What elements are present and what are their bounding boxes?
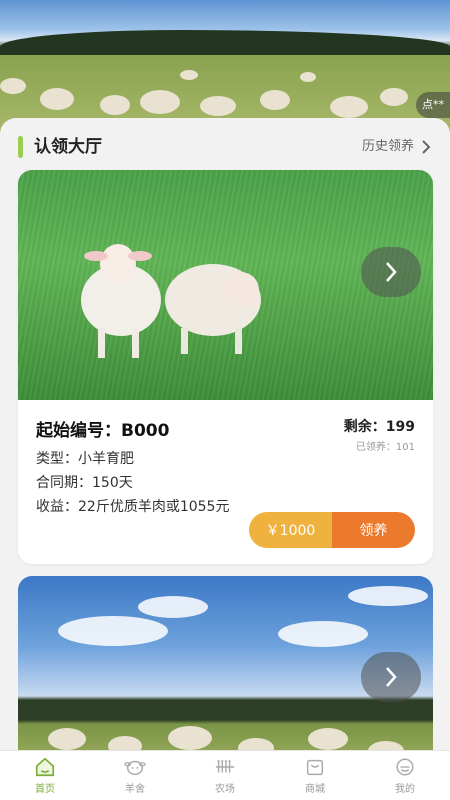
banner-sheep (260, 90, 290, 110)
banner-sheep (180, 70, 198, 80)
tab-sheep-pen[interactable]: 羊舍 (90, 751, 180, 800)
chevron-right-icon (386, 667, 397, 687)
type-line: 类型：小羊育肥 (36, 451, 134, 467)
farm-icon (215, 759, 235, 773)
home-icon (35, 757, 55, 777)
banner-sheep (40, 88, 74, 110)
history-label: 历史领养 (361, 139, 414, 154)
adoption-card[interactable]: 起始编号：B000 剩余：199 已领养：101 类型：小羊育肥 合同期：150… (18, 170, 433, 564)
remaining-count: 剩余：199 (343, 419, 415, 435)
tab-label: 首页 (35, 784, 55, 795)
section-accent-bar (18, 136, 23, 158)
price-button[interactable]: ￥1000 (249, 512, 332, 548)
income-line: 收益：22斤优质羊肉或1055元 (36, 499, 230, 515)
shop-icon (306, 759, 324, 776)
banner-sheep (100, 95, 130, 115)
adopted-count: 已领养：101 (355, 442, 415, 453)
profile-icon (396, 758, 414, 776)
banner-sheep (0, 78, 26, 94)
banner-trees (0, 30, 450, 58)
banner-badge[interactable]: 点** (416, 92, 450, 118)
next-arrow-button[interactable] (361, 652, 421, 702)
tab-profile[interactable]: 我的 (360, 751, 450, 800)
history-link[interactable]: 历史领养 (362, 136, 432, 158)
banner-sheep (200, 96, 236, 116)
next-arrow-button[interactable] (361, 247, 421, 297)
chevron-right-icon (386, 262, 397, 282)
banner-sheep (300, 72, 316, 82)
tab-label: 商城 (305, 784, 325, 795)
card-info: 起始编号：B000 剩余：199 已领养：101 类型：小羊育肥 合同期：150… (18, 400, 433, 564)
tab-shop[interactable]: 商城 (270, 751, 360, 800)
section-title: 认领大厅 (34, 137, 102, 157)
top-banner: 点** (0, 0, 450, 135)
banner-sheep (330, 96, 368, 118)
period-line: 合同期：150天 (36, 475, 133, 491)
lamb-image (81, 244, 161, 358)
chevron-right-icon (422, 140, 431, 154)
bottom-tab-bar: 首页 羊舍 农场 商城 我的 (0, 750, 450, 800)
tab-label: 羊舍 (125, 784, 145, 795)
main-panel: 认领大厅 历史领养 起始编号：B000 剩余：199 已领养：101 类型：小羊… (0, 118, 450, 750)
adoption-card[interactable] (18, 576, 433, 750)
section-header: 认领大厅 历史领养 (18, 136, 432, 158)
lambs-photo (18, 170, 433, 400)
tab-label: 农场 (215, 784, 235, 795)
action-buttons: ￥1000 领养 (249, 512, 415, 548)
tab-home[interactable]: 首页 (0, 751, 90, 800)
tab-label: 我的 (395, 784, 415, 795)
start-code: 起始编号：B000 (36, 421, 170, 441)
banner-sheep (380, 88, 408, 106)
sheep-icon (124, 760, 146, 776)
banner-sheep (140, 90, 180, 114)
tab-farm[interactable]: 农场 (180, 751, 270, 800)
lamb-image (165, 264, 261, 354)
adopt-button[interactable]: 领养 (332, 512, 415, 548)
